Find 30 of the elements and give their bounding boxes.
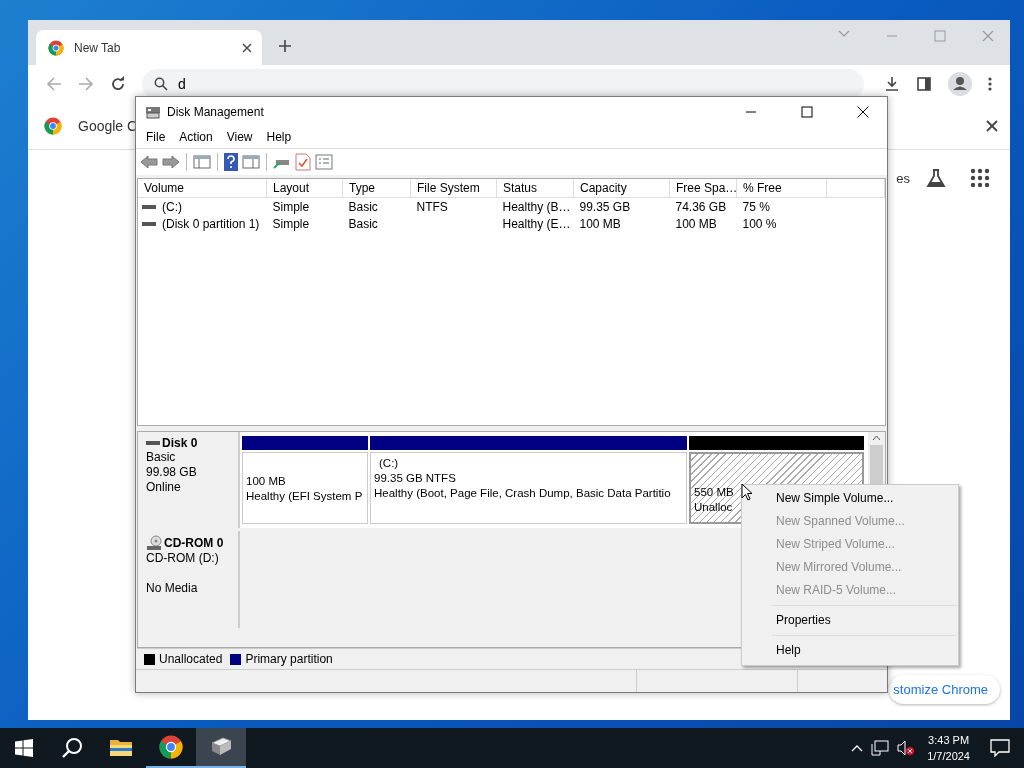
disk-info: Basic xyxy=(146,450,177,465)
window-title: Disk Management xyxy=(167,104,264,119)
disk-name: Disk 0 xyxy=(162,436,198,450)
table-cell: 99.35 GB xyxy=(579,199,631,214)
disk-info: Online xyxy=(146,480,182,495)
partition-info: 99.35 GB NTFS xyxy=(374,471,456,486)
table-cell: 100 % xyxy=(742,216,777,231)
partition-info: 100 MB xyxy=(246,474,286,489)
partition-label: (C:) xyxy=(378,456,400,471)
table-cell: 75 % xyxy=(742,199,770,214)
partition-info: Healthy (EFI System P xyxy=(246,489,363,504)
table-cell: NTFS xyxy=(416,199,448,214)
disk-name: CD-ROM 0 xyxy=(164,536,224,550)
disk-info: No Media xyxy=(146,581,199,596)
table-cell: Healthy (E… xyxy=(502,216,571,231)
table-cell: Simple xyxy=(272,216,310,231)
table-cell: Healthy (B… xyxy=(502,199,571,214)
partition-info: 550 MB xyxy=(694,485,734,500)
legend-label: Primary partition xyxy=(245,652,333,666)
partition-info: Unalloc xyxy=(694,500,733,515)
legend-label: Unallocated xyxy=(159,652,223,666)
table-cell: 74.36 GB xyxy=(675,199,727,214)
table-cell: 100 MB xyxy=(579,216,621,231)
partition-info: Healthy (Boot, Page File, Crash Dump, Basic Data Partitio xyxy=(374,486,671,501)
table-cell: Simple xyxy=(272,199,310,214)
disk-info: 99.98 GB xyxy=(146,465,198,480)
table-cell: Basic xyxy=(348,199,378,214)
disk-info: CD-ROM (D:) xyxy=(146,551,220,566)
table-cell: 100 MB xyxy=(675,216,717,231)
table-cell: Basic xyxy=(348,216,378,231)
